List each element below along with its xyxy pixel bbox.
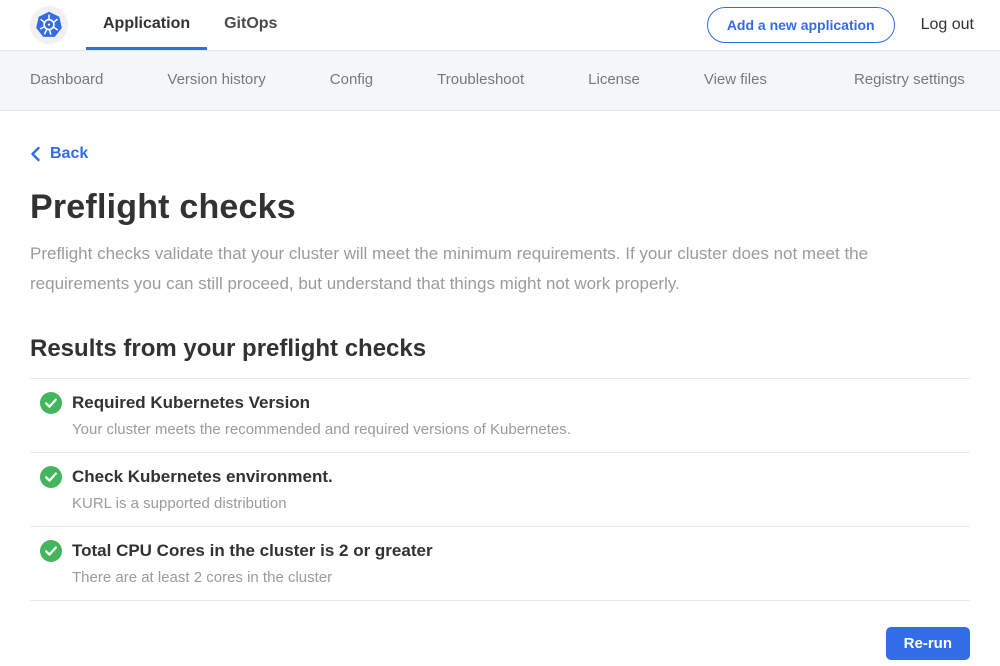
check-title: Required Kubernetes Version: [72, 393, 310, 413]
check-title: Total CPU Cores in the cluster is 2 or g…: [72, 541, 433, 561]
page-description: Preflight checks validate that your clus…: [30, 239, 970, 299]
check-row-head: Check Kubernetes environment.: [40, 466, 970, 488]
check-row-head: Total CPU Cores in the cluster is 2 or g…: [40, 540, 970, 562]
back-link[interactable]: Back: [30, 145, 88, 163]
logout-link[interactable]: Log out: [921, 16, 974, 34]
check-pass-icon: [40, 540, 62, 562]
back-link-label: Back: [50, 145, 88, 163]
check-description: Your cluster meets the recommended and r…: [72, 421, 970, 438]
subnav-item-version-history[interactable]: Version history: [167, 60, 265, 100]
check-row-head: Required Kubernetes Version: [40, 392, 970, 414]
kubernetes-logo: [30, 6, 68, 44]
check-pass-icon: [40, 466, 62, 488]
subnav-item-troubleshoot[interactable]: Troubleshoot: [437, 60, 524, 100]
check-description: There are at least 2 cores in the cluste…: [72, 569, 970, 586]
app-subnav: Dashboard Version history Config Trouble…: [0, 51, 1000, 111]
main-content: Back Preflight checks Preflight checks v…: [0, 111, 1000, 660]
check-description: KURL is a supported distribution: [72, 495, 970, 512]
check-row-kubernetes-version: Required Kubernetes Version Your cluster…: [30, 379, 970, 453]
subnav-item-license[interactable]: License: [588, 60, 640, 100]
tab-application[interactable]: Application: [86, 0, 207, 50]
subnav-item-config[interactable]: Config: [330, 60, 373, 100]
check-row-kubernetes-environment: Check Kubernetes environment. KURL is a …: [30, 453, 970, 527]
check-row-cpu-cores: Total CPU Cores in the cluster is 2 or g…: [30, 527, 970, 601]
chevron-left-icon: [30, 146, 41, 162]
tab-gitops[interactable]: GitOps: [207, 0, 294, 50]
page-title: Preflight checks: [30, 188, 970, 227]
actions-bar: Re-run: [30, 627, 970, 660]
top-header: Application GitOps Add a new application…: [0, 0, 1000, 51]
kubernetes-helm-icon: [32, 8, 66, 42]
check-pass-icon: [40, 392, 62, 414]
subnav-item-registry-settings[interactable]: Registry settings: [854, 60, 965, 100]
check-title: Check Kubernetes environment.: [72, 467, 333, 487]
subnav-list: Dashboard Version history Config Trouble…: [30, 60, 970, 100]
add-new-application-button[interactable]: Add a new application: [707, 7, 895, 43]
subnav-item-dashboard[interactable]: Dashboard: [30, 60, 103, 100]
results-heading: Results from your preflight checks: [30, 335, 970, 363]
subnav-item-view-files[interactable]: View files: [704, 60, 767, 100]
header-tabs: Application GitOps: [86, 0, 294, 50]
preflight-checks-list: Required Kubernetes Version Your cluster…: [30, 378, 970, 601]
rerun-button[interactable]: Re-run: [886, 627, 970, 660]
